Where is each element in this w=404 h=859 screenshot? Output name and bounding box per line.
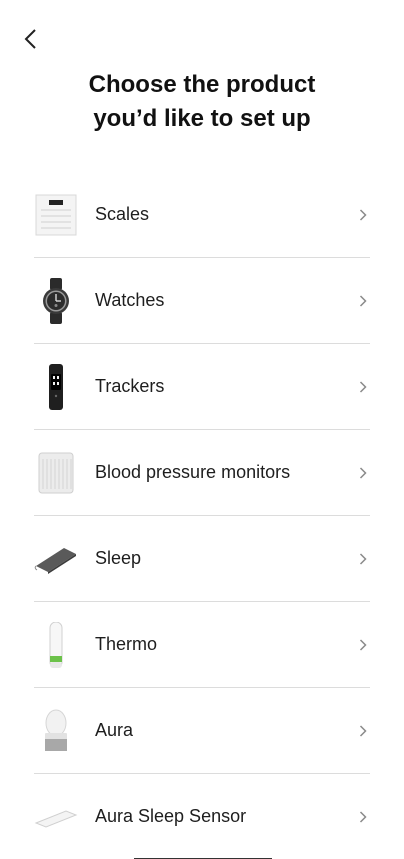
back-button[interactable] (14, 22, 48, 56)
product-item-sleep[interactable]: Sleep (34, 516, 370, 602)
product-item-aura[interactable]: Aura (34, 688, 370, 774)
chevron-right-icon (356, 810, 370, 824)
sleep-mat-icon (34, 534, 78, 584)
product-label-aura: Aura (95, 720, 134, 740)
chevron-right-icon (356, 552, 370, 566)
chevron-right-icon (356, 208, 370, 222)
watch-icon (34, 276, 78, 326)
chevron-right-icon (356, 380, 370, 394)
thermometer-icon (34, 620, 78, 670)
chevron-right-icon (356, 294, 370, 308)
aura-lamp-icon (34, 706, 78, 756)
product-label-scales: Scales (95, 204, 150, 224)
chevron-right-icon (356, 724, 370, 738)
chevron-left-icon (24, 29, 36, 49)
tracker-icon (34, 362, 78, 412)
product-item-blood-pressure-monitors[interactable]: Blood pressure monitors (34, 430, 370, 516)
product-label-watches: Watches (95, 290, 165, 310)
page-title: Choose the product you’d like to set up (0, 68, 404, 136)
product-item-watches[interactable]: Watches (34, 258, 370, 344)
page-title-line2: you’d like to set up (93, 105, 311, 132)
chevron-right-icon (356, 466, 370, 480)
product-label-aura-sleep-sensor: Aura Sleep Sensor (95, 806, 247, 826)
product-item-thermo[interactable]: Thermo (34, 602, 370, 688)
scale-icon (34, 190, 78, 240)
product-label-thermo: Thermo (95, 634, 158, 654)
blood-pressure-monitor-icon (34, 448, 78, 498)
product-label-sleep: Sleep (95, 548, 142, 568)
page-title-line1: Choose the product (88, 71, 316, 98)
product-list: Scales Watches Trackers Blood pressure m… (34, 172, 370, 859)
product-item-trackers[interactable]: Trackers (34, 344, 370, 430)
product-label-blood-pressure-monitors: Blood pressure monitors (95, 462, 291, 482)
product-item-aura-sleep-sensor[interactable]: Aura Sleep Sensor (34, 774, 370, 859)
product-item-scales[interactable]: Scales (34, 172, 370, 258)
product-label-trackers: Trackers (95, 376, 165, 396)
chevron-right-icon (356, 638, 370, 652)
sleep-sensor-icon (34, 792, 78, 842)
